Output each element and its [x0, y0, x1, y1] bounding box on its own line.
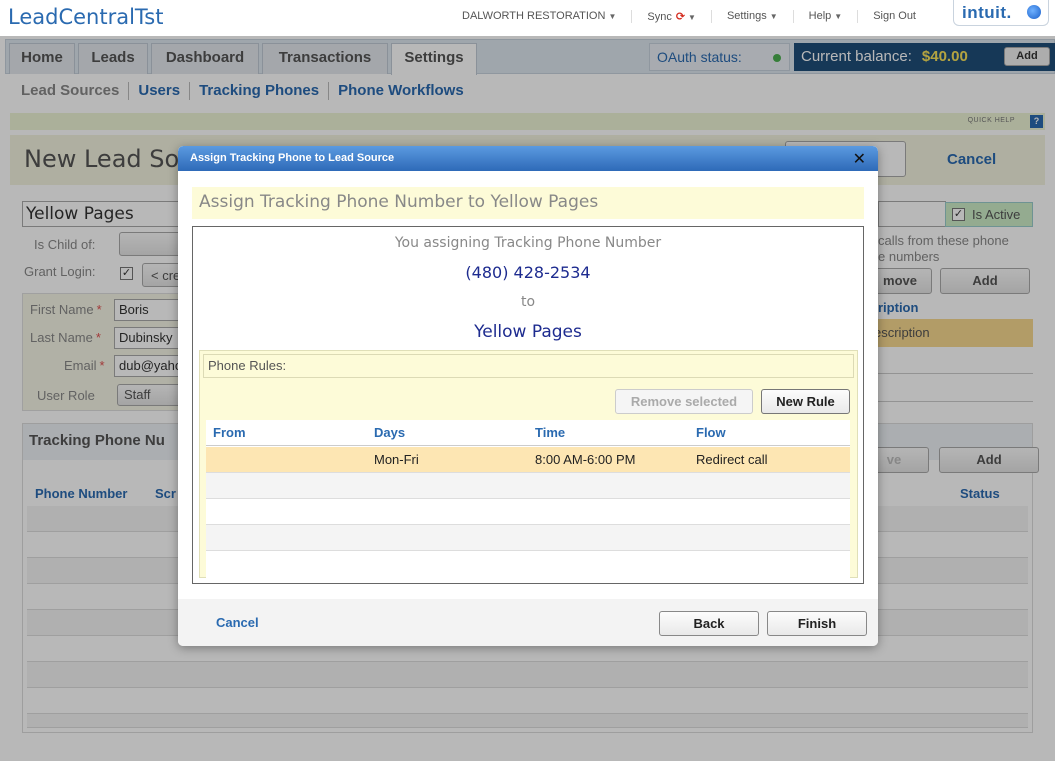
intuit-logo-text: intuit.	[962, 3, 1012, 22]
company-label: DALWORTH RESTORATION	[462, 10, 606, 22]
cancel-link[interactable]: Cancel	[216, 615, 259, 630]
cell-flow: Redirect call	[696, 452, 768, 467]
tracking-phone-number: (480) 428-2534	[465, 263, 591, 282]
cell-time: 8:00 AM-6:00 PM	[535, 452, 636, 467]
top-bar: LeadCentralTst DALWORTH RESTORATION ▼ Syn…	[0, 0, 1055, 36]
assignment-intro: You assigning Tracking Phone Number	[394, 235, 662, 251]
chevron-down-icon: ▼	[608, 12, 617, 21]
intuit-globe-icon	[1027, 5, 1041, 19]
app-title: LeadCentralTst	[8, 5, 164, 29]
table-row	[206, 473, 850, 499]
cell-days: Mon-Fri	[374, 452, 419, 467]
dialog-footer: Cancel Back Finish	[178, 599, 878, 646]
intuit-logo[interactable]: intuit.	[953, 0, 1049, 26]
table-row	[206, 525, 850, 551]
new-rule-button[interactable]: New Rule	[761, 389, 850, 414]
close-icon[interactable]: ✕	[853, 149, 866, 169]
assign-phone-dialog: Assign Tracking Phone to Lead Source ✕ A…	[178, 146, 878, 646]
table-row	[206, 551, 850, 577]
sync-icon: ⟳	[675, 11, 686, 23]
phone-rules-label: Phone Rules:	[203, 354, 854, 378]
settings-label: Settings	[726, 10, 767, 22]
assignment-to: to	[520, 294, 536, 310]
col-days[interactable]: Days	[374, 425, 405, 440]
help-label: Help	[808, 10, 832, 22]
table-row	[206, 499, 850, 525]
remove-selected-button[interactable]: Remove selected	[615, 389, 753, 414]
dialog-header: Assign Tracking Phone to Lead Source ✕	[178, 146, 878, 171]
chevron-down-icon: ▼	[688, 13, 696, 22]
col-flow[interactable]: Flow	[696, 425, 726, 440]
assignment-summary: You assigning Tracking Phone Number (480…	[192, 226, 864, 584]
phone-rules-panel: Phone Rules: Remove selected New Rule Fr…	[199, 350, 858, 578]
sync-menu[interactable]: Sync ⟳ ▼	[632, 10, 712, 23]
col-time[interactable]: Time	[535, 425, 565, 440]
phone-rules-table: From Days Time Flow Mon-Fri 8:00 AM-6:00…	[206, 420, 850, 578]
top-menu: DALWORTH RESTORATION ▼ Sync ⟳ ▼ Settings ▼ H…	[447, 10, 931, 23]
help-menu[interactable]: Help ▼	[794, 10, 859, 23]
back-button[interactable]: Back	[659, 611, 759, 636]
rules-table-header: From Days Time Flow	[206, 420, 850, 446]
table-row[interactable]: Mon-Fri 8:00 AM-6:00 PM Redirect call	[206, 447, 850, 473]
settings-menu[interactable]: Settings ▼	[712, 10, 794, 23]
chevron-down-icon: ▼	[834, 12, 843, 21]
company-menu[interactable]: DALWORTH RESTORATION ▼	[447, 10, 633, 23]
chevron-down-icon: ▼	[769, 12, 778, 21]
finish-button[interactable]: Finish	[767, 611, 867, 636]
sign-out-link[interactable]: Sign Out	[858, 10, 931, 23]
dialog-title: Assign Tracking Phone to Lead Source	[190, 152, 395, 164]
col-from[interactable]: From	[213, 425, 246, 440]
dialog-subheading: Assign Tracking Phone Number to Yellow P…	[192, 187, 864, 219]
sync-label: Sync	[647, 11, 672, 23]
lead-source-name: Yellow Pages	[474, 322, 582, 342]
